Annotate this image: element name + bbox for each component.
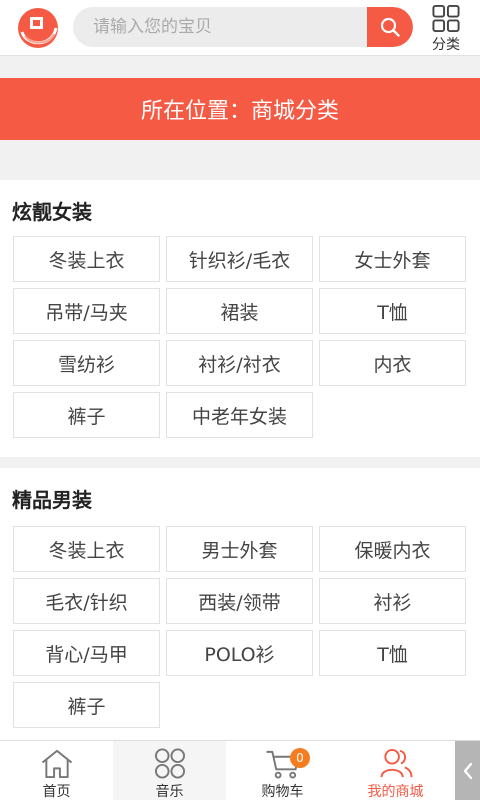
category-label: 分类 (432, 37, 460, 53)
nav-music[interactable]: 音乐 (113, 741, 226, 800)
category-item[interactable]: 裙装 (166, 288, 313, 334)
top-header: 分类 (0, 0, 480, 56)
nav-my-mall[interactable]: 我的商城 (339, 741, 452, 800)
nav-home[interactable]: 首页 (0, 741, 113, 800)
category-item[interactable]: 西装/领带 (166, 578, 313, 624)
collapse-button[interactable] (455, 741, 480, 800)
nav-cart[interactable]: 0 购物车 (226, 741, 339, 800)
category-grid: 冬装上衣 针织衫/毛衣 女士外套 吊带/马夹 裙装 T恤 雪纺衫 衬衫/衬衣 内… (13, 236, 467, 438)
category-item[interactable]: 内衣 (319, 340, 466, 386)
search-button[interactable] (367, 7, 413, 47)
category-item[interactable]: 针织衫/毛衣 (166, 236, 313, 282)
category-item[interactable]: 衬衫 (319, 578, 466, 624)
search-icon (380, 17, 400, 37)
nav-label: 首页 (42, 784, 71, 800)
category-item[interactable]: 女士外套 (319, 236, 466, 282)
grid-icon (154, 748, 185, 779)
category-item[interactable]: 冬装上衣 (13, 526, 160, 572)
category-item[interactable]: T恤 (319, 288, 466, 334)
category-item[interactable]: 背心/马甲 (13, 630, 160, 676)
category-item[interactable]: 毛衣/针织 (13, 578, 160, 624)
location-banner: 所在位置：商城分类 (0, 78, 480, 140)
nav-label: 我的商城 (367, 784, 424, 800)
category-item[interactable]: 保暖内衣 (319, 526, 466, 572)
category-item[interactable]: 冬装上衣 (13, 236, 160, 282)
category-item[interactable]: 中老年女装 (166, 392, 313, 438)
category-grid: 冬装上衣 男士外套 保暖内衣 毛衣/针织 西装/领带 衬衫 背心/马甲 POLO… (13, 526, 467, 728)
search-box (73, 7, 413, 47)
section-title: 炫靓女装 (12, 200, 92, 224)
category-item[interactable]: 衬衫/衬衣 (166, 340, 313, 386)
nav-label: 音乐 (155, 784, 184, 800)
category-section-men: 精品男装 冬装上衣 男士外套 保暖内衣 毛衣/针织 西装/领带 衬衫 背心/马甲… (0, 468, 480, 740)
nav-label: 购物车 (261, 784, 304, 800)
category-item[interactable]: 男士外套 (166, 526, 313, 572)
category-item[interactable]: 裤子 (13, 392, 160, 438)
category-item[interactable]: 雪纺衫 (13, 340, 160, 386)
section-title: 精品男装 (12, 488, 92, 512)
category-section-women: 炫靓女装 冬装上衣 针织衫/毛衣 女士外套 吊带/马夹 裙装 T恤 雪纺衫 衬衫… (0, 180, 480, 457)
category-item[interactable]: 吊带/马夹 (13, 288, 160, 334)
category-item[interactable]: T恤 (319, 630, 466, 676)
category-item[interactable]: 裤子 (13, 682, 160, 728)
logo-icon[interactable] (16, 6, 60, 50)
grid-icon (432, 4, 460, 33)
category-item[interactable]: POLO衫 (166, 630, 313, 676)
user-icon (380, 748, 412, 778)
cart-count-badge: 0 (290, 748, 310, 768)
search-input[interactable] (73, 7, 367, 47)
bottom-nav: 首页 音乐 0 购物车 我的商城 (0, 740, 480, 800)
category-button[interactable]: 分类 (422, 4, 470, 54)
chevron-left-icon (463, 762, 472, 780)
home-icon (41, 749, 72, 779)
